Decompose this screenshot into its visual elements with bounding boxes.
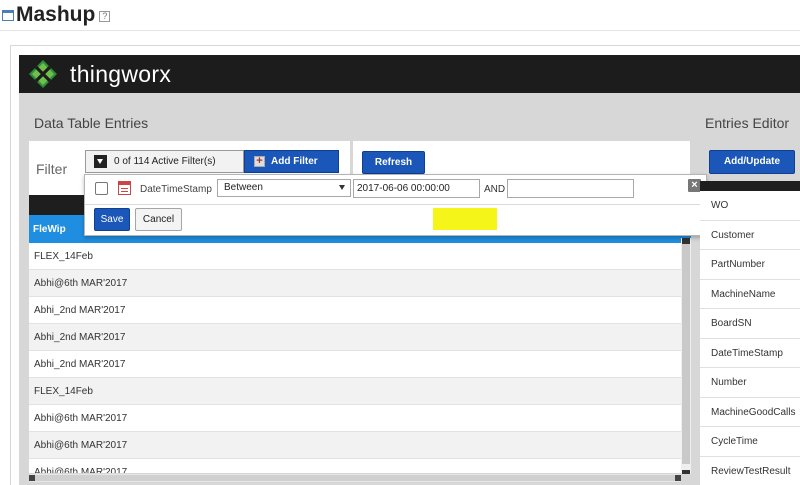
table-row[interactable]: Abhi@6th MAR'2017 — [29, 459, 681, 473]
filter-enable-checkbox[interactable] — [95, 182, 108, 195]
save-button[interactable]: Save — [94, 208, 130, 231]
editor-field[interactable]: Number — [700, 368, 800, 398]
table-row[interactable]: Abhi_2nd MAR'2017 — [29, 351, 681, 378]
table-row[interactable]: Abhi_2nd MAR'2017 — [29, 297, 681, 324]
filter-operator-select[interactable]: Between — [217, 179, 351, 197]
editor-field[interactable]: BoardSN — [700, 309, 800, 339]
table-row[interactable]: Abhi_2nd MAR'2017 — [29, 324, 681, 351]
highlight-mark — [433, 208, 497, 230]
editor-field[interactable]: Customer — [700, 221, 800, 250]
page: Mashup ? thingworx Data Table Entries En… — [0, 0, 800, 485]
filter-editor-popup: DateTimeStamp Between AND × Save Cancel — [84, 174, 707, 236]
grid-vertical-scrollbar[interactable] — [681, 238, 691, 476]
editor-field[interactable]: MachineName — [700, 280, 800, 309]
active-filters-button[interactable]: 0 of 114 Active Filter(s) — [85, 150, 244, 173]
entries-editor-fields: WO Customer PartNumber MachineName Board… — [700, 191, 800, 485]
and-label: AND — [484, 184, 506, 195]
active-filters-label: 0 of 114 Active Filter(s) — [114, 156, 216, 167]
table-row[interactable]: FLEX_14Feb — [29, 243, 681, 270]
toolbar-divider — [350, 141, 353, 176]
table-row[interactable]: Abhi@6th MAR'2017 — [29, 270, 681, 297]
chevron-down-icon — [339, 185, 345, 190]
editor-field[interactable]: WO — [700, 191, 800, 221]
grid-horizontal-scrollbar[interactable] — [29, 474, 681, 482]
scrollbar-thumb[interactable] — [682, 244, 690, 464]
data-table-title: Data Table Entries — [34, 115, 149, 131]
filter-operator-value: Between — [224, 182, 263, 193]
thingworx-logo-icon — [29, 60, 57, 88]
dropdown-toggle-icon — [94, 155, 107, 168]
editor-field[interactable]: DateTimeStamp — [700, 339, 800, 368]
add-filter-button[interactable]: + Add Filter — [244, 150, 339, 173]
filter-to-input[interactable] — [507, 179, 634, 198]
editor-field[interactable]: CycleTime — [700, 427, 800, 457]
cancel-button[interactable]: Cancel — [135, 208, 182, 231]
table-row[interactable]: FLEX_14Feb — [29, 378, 681, 405]
mashup-title-bar: Mashup ? — [2, 2, 111, 28]
app-header: thingworx — [19, 55, 800, 93]
popup-divider — [85, 204, 706, 205]
table-row[interactable]: Abhi@6th MAR'2017 — [29, 432, 681, 459]
editor-field[interactable]: ReviewTestResult — [700, 457, 800, 485]
page-title: Mashup — [16, 3, 96, 26]
filter-from-input[interactable] — [353, 179, 480, 198]
editor-field[interactable]: PartNumber — [700, 250, 800, 280]
plus-icon: + — [254, 156, 265, 167]
calendar-icon — [118, 181, 131, 195]
brand-name: thingworx — [70, 60, 172, 87]
refresh-button[interactable]: Refresh — [362, 151, 425, 174]
data-grid: FLEX_14Feb Abhi@6th MAR'2017 Abhi_2nd MA… — [29, 243, 681, 473]
help-icon[interactable]: ? — [99, 11, 111, 22]
add-update-button[interactable]: Add/Update — [709, 150, 795, 174]
editor-toolbar — [700, 181, 800, 191]
window-icon — [2, 9, 14, 21]
filter-label: Filter — [36, 161, 68, 177]
editor-field[interactable]: MachineGoodCalls — [700, 398, 800, 427]
filter-field-name: DateTimeStamp — [140, 184, 212, 195]
scrollbar-corner — [681, 474, 691, 482]
entries-editor-title: Entries Editor — [705, 115, 790, 131]
add-filter-label: Add Filter — [271, 156, 318, 167]
table-row[interactable]: Abhi@6th MAR'2017 — [29, 405, 681, 432]
scrollbar-thumb[interactable] — [35, 475, 675, 481]
title-divider — [0, 30, 800, 31]
